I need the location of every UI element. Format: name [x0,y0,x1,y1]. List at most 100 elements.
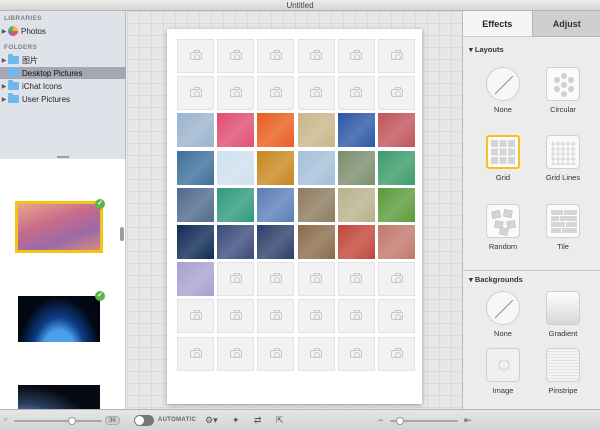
layout-option-grid-lines[interactable]: Grid Lines [535,135,591,182]
collage-photo[interactable] [297,113,335,148]
empty-photo-slot[interactable] [378,262,415,297]
empty-photo-slot[interactable] [257,39,295,73]
collage-photo[interactable] [337,150,375,185]
collage-photo[interactable] [217,113,255,148]
backgrounds-header[interactable]: ▾ Backgrounds [469,275,523,284]
empty-photo-slot[interactable] [337,76,375,111]
camera-icon [310,347,323,358]
zoom-slider-knob[interactable] [396,417,404,425]
magic-wand-icon[interactable]: ✦ [232,415,240,426]
empty-photo-slot[interactable] [378,299,415,334]
empty-photo-slot[interactable] [177,336,214,371]
empty-photo-slot[interactable] [177,39,214,73]
collage-photo[interactable] [257,150,295,185]
empty-photo-slot[interactable] [297,76,335,111]
empty-photo-slot[interactable] [217,39,255,73]
sidebar-item-pictures[interactable]: ▶ 图片 [0,54,126,66]
thumbnail-size-badge: 36 [105,416,120,425]
empty-photo-slot[interactable] [257,299,295,334]
layout-option-none[interactable]: None [475,67,531,114]
empty-photo-slot[interactable] [217,76,255,111]
layout-option-grid[interactable]: Grid [475,135,531,182]
sidebar-item-desktop-pictures[interactable]: Desktop Pictures [0,67,126,79]
disclosure-triangle-icon[interactable]: ▶ [0,96,8,103]
empty-photo-slot[interactable] [217,299,255,334]
collage-photo[interactable] [177,113,214,148]
disclosure-triangle-icon[interactable]: ▶ [0,83,8,90]
collage-page[interactable] [167,29,422,404]
scrollbar-thumb[interactable] [120,227,124,241]
empty-photo-slot[interactable] [337,299,375,334]
collage-photo[interactable] [217,187,255,222]
empty-photo-slot[interactable] [177,76,214,111]
split-view-resize-handle[interactable] [57,156,69,158]
empty-photo-slot[interactable] [257,76,295,111]
layouts-header[interactable]: ▾ Layouts [469,45,504,54]
collage-photo[interactable] [378,225,415,259]
sidebar-item-user-pictures[interactable]: ▶ User Pictures [0,93,126,105]
collage-photo[interactable] [217,225,255,259]
empty-photo-slot[interactable] [337,39,375,73]
shuffle-icon[interactable]: ⇄ [254,415,262,426]
camera-icon [229,87,242,98]
layout-option-random[interactable]: Random [475,204,531,251]
automatic-toggle[interactable] [134,415,154,426]
empty-photo-slot[interactable] [337,262,375,297]
collage-photo[interactable] [297,225,335,259]
thumbnail-size-slider-knob[interactable] [68,417,76,425]
sidebar-item-photos[interactable]: ▶ Photos [0,25,126,37]
zoom-out-icon[interactable]: − [378,415,383,425]
camera-icon [310,273,323,284]
background-option-pinstripe[interactable]: Pinstripe [535,348,591,395]
collage-photo[interactable] [177,262,214,297]
collage-photo[interactable] [378,187,415,222]
libraries-header: LIBRARIES [4,15,42,22]
empty-photo-slot[interactable] [257,262,295,297]
layout-option-tile[interactable]: Tile [535,204,591,251]
photo-thumbnail[interactable]: ✓ [18,291,105,342]
empty-photo-slot[interactable] [177,299,214,334]
background-option-gradient[interactable]: Gradient [535,291,591,338]
empty-photo-slot[interactable] [297,39,335,73]
tab-effects[interactable]: Effects [463,11,532,37]
photo-browser-strip[interactable]: ✓ ✓ [0,159,126,409]
empty-photo-slot[interactable] [378,76,415,111]
collage-photo[interactable] [337,225,375,259]
empty-photo-slot[interactable] [297,262,335,297]
photo-thumbnail[interactable] [18,385,100,409]
collage-photo[interactable] [177,187,214,222]
empty-photo-slot[interactable] [297,336,335,371]
collage-photo[interactable] [378,113,415,148]
collage-photo[interactable] [257,113,295,148]
collage-photo[interactable] [217,150,255,185]
collage-photo[interactable] [297,150,335,185]
thumbnail-size-slider[interactable] [14,420,102,422]
empty-photo-slot[interactable] [378,39,415,73]
empty-photo-slot[interactable] [217,336,255,371]
gear-icon[interactable]: ⚙▾ [205,415,218,426]
collage-photo[interactable] [177,225,214,259]
collage-photo[interactable] [337,113,375,148]
background-option-none[interactable]: None [475,291,531,338]
photo-thumbnail[interactable]: ✓ [15,199,105,253]
collage-photo[interactable] [337,187,375,222]
layout-option-circular[interactable]: Circular [535,67,591,114]
share-icon[interactable]: ⇱ [276,415,284,426]
sidebar-item-ichat-icons[interactable]: ▶ iChat Icons [0,80,126,92]
image-bg-icon [486,348,520,382]
collage-photo[interactable] [378,150,415,185]
empty-photo-slot[interactable] [378,336,415,371]
collage-photo[interactable] [257,225,295,259]
disclosure-triangle-icon[interactable]: ▶ [0,28,8,35]
empty-photo-slot[interactable] [337,336,375,371]
collage-photo[interactable] [257,187,295,222]
disclosure-triangle-icon[interactable]: ▶ [0,57,8,64]
collage-photo[interactable] [297,187,335,222]
inspector-toggle-icon[interactable]: ⇤ [464,415,472,426]
empty-photo-slot[interactable] [257,336,295,371]
collage-photo[interactable] [177,150,214,185]
background-option-image[interactable]: Image [475,348,531,395]
empty-photo-slot[interactable] [217,262,255,297]
tab-adjust[interactable]: Adjust [531,11,600,37]
empty-photo-slot[interactable] [297,299,335,334]
